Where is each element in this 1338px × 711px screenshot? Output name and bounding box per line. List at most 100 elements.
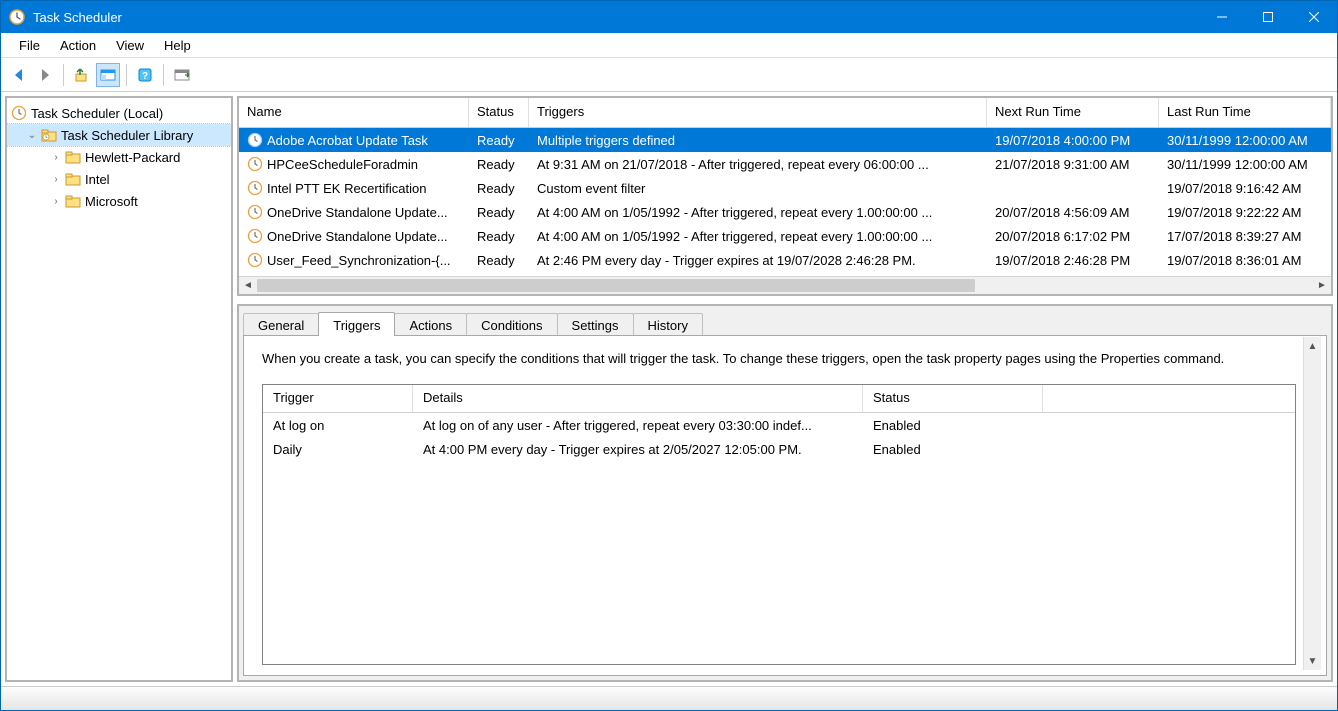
expand-icon[interactable]: ›	[49, 152, 63, 163]
vertical-scrollbar[interactable]: ▲ ▼	[1303, 337, 1321, 670]
col-last-run[interactable]: Last Run Time	[1159, 98, 1331, 127]
clock-icon	[11, 105, 27, 121]
task-last-run: 19/07/2018 9:16:42 AM	[1159, 176, 1331, 200]
task-last-run: 19/07/2018 9:22:22 AM	[1159, 200, 1331, 224]
trigger-col-trigger[interactable]: Trigger	[263, 385, 413, 412]
task-row[interactable]: OneDrive Standalone Update... ReadyAt 4:0…	[239, 224, 1331, 248]
up-button[interactable]	[70, 63, 94, 87]
menu-view[interactable]: View	[106, 35, 154, 56]
expand-icon[interactable]: ›	[49, 174, 63, 185]
col-next-run[interactable]: Next Run Time	[987, 98, 1159, 127]
task-next-run: 19/07/2018 4:00:00 PM	[987, 128, 1159, 152]
tree-panel[interactable]: Task Scheduler (Local) ⌄ Task Scheduler …	[5, 96, 233, 682]
task-name: Adobe Acrobat Update Task	[267, 133, 428, 148]
task-icon	[247, 252, 263, 268]
task-icon	[247, 204, 263, 220]
task-row[interactable]: HPCeeScheduleForadminReadyAt 9:31 AM on …	[239, 152, 1331, 176]
export-button[interactable]	[170, 63, 194, 87]
tree-library-label: Task Scheduler Library	[61, 128, 193, 143]
task-icon	[247, 180, 263, 196]
scroll-up-icon[interactable]: ▲	[1304, 337, 1321, 355]
expand-icon[interactable]: ›	[49, 196, 63, 207]
tree-root-label: Task Scheduler (Local)	[31, 106, 163, 121]
trigger-col-status[interactable]: Status	[863, 385, 1043, 412]
scroll-right-icon[interactable]: ►	[1313, 277, 1331, 294]
trigger-name: Daily	[263, 442, 413, 457]
toolbar: ?	[1, 58, 1337, 92]
task-status: Ready	[469, 248, 529, 272]
tab-actions[interactable]: Actions	[394, 313, 467, 337]
menu-action[interactable]: Action	[50, 35, 106, 56]
trigger-col-details[interactable]: Details	[413, 385, 863, 412]
trigger-row[interactable]: At log onAt log on of any user - After t…	[263, 413, 1295, 437]
task-row[interactable]: Adobe Acrobat Update TaskReadyMultiple t…	[239, 128, 1331, 152]
tree-library[interactable]: ⌄ Task Scheduler Library	[7, 124, 231, 146]
task-triggers: At 4:00 AM on 1/05/1992 - After triggere…	[529, 224, 987, 248]
scroll-left-icon[interactable]: ◄	[239, 277, 257, 294]
task-last-run: 19/07/2018 8:36:01 AM	[1159, 248, 1331, 272]
tree-child-intel[interactable]: › Intel	[7, 168, 231, 190]
statusbar	[1, 686, 1337, 710]
trigger-row[interactable]: DailyAt 4:00 PM every day - Trigger expi…	[263, 437, 1295, 461]
tab-general[interactable]: General	[243, 313, 319, 337]
task-next-run: 19/07/2018 2:46:28 PM	[987, 248, 1159, 272]
tree-child-label: Intel	[85, 172, 110, 187]
col-status[interactable]: Status	[469, 98, 529, 127]
tree-child-label: Hewlett-Packard	[85, 150, 180, 165]
forward-button[interactable]	[33, 63, 57, 87]
folder-icon	[65, 171, 81, 187]
maximize-button[interactable]	[1245, 1, 1291, 33]
horizontal-splitter[interactable]	[237, 296, 1333, 304]
titlebar: Task Scheduler	[1, 1, 1337, 33]
trigger-table[interactable]: Trigger Details Status At log onAt log o…	[262, 384, 1296, 665]
tree-root[interactable]: Task Scheduler (Local)	[7, 102, 231, 124]
task-name: OneDrive Standalone Update...	[267, 205, 448, 220]
show-hide-console-button[interactable]	[96, 63, 120, 87]
task-name: HPCeeScheduleForadmin	[267, 157, 418, 172]
app-icon	[9, 9, 25, 25]
task-row[interactable]: OneDrive Standalone Update... ReadyAt 4:0…	[239, 200, 1331, 224]
task-list[interactable]: Name Status Triggers Next Run Time Last …	[237, 96, 1333, 296]
col-name[interactable]: Name	[239, 98, 469, 127]
tab-settings[interactable]: Settings	[557, 313, 634, 337]
task-next-run: 20/07/2018 6:17:02 PM	[987, 224, 1159, 248]
task-triggers: Custom event filter	[529, 176, 987, 200]
close-button[interactable]	[1291, 1, 1337, 33]
col-triggers[interactable]: Triggers	[529, 98, 987, 127]
task-triggers: At 2:46 PM every day - Trigger expires a…	[529, 248, 987, 272]
tab-history[interactable]: History	[633, 313, 703, 337]
task-name: OneDrive Standalone Update...	[267, 229, 448, 244]
task-triggers: At 4:00 AM on 1/05/1992 - After triggere…	[529, 200, 987, 224]
task-icon	[247, 228, 263, 244]
scroll-down-icon[interactable]: ▼	[1304, 652, 1321, 670]
tab-triggers[interactable]: Triggers	[318, 312, 395, 336]
task-status: Ready	[469, 200, 529, 224]
tree-child-hp[interactable]: › Hewlett-Packard	[7, 146, 231, 168]
trigger-details: At 4:00 PM every day - Trigger expires a…	[413, 442, 863, 457]
task-row[interactable]: User_Feed_Synchronization-{...ReadyAt 2:…	[239, 248, 1331, 272]
horizontal-scrollbar[interactable]: ◄ ►	[239, 276, 1331, 294]
folder-icon	[65, 149, 81, 165]
tree-child-microsoft[interactable]: › Microsoft	[7, 190, 231, 212]
scroll-thumb[interactable]	[257, 279, 975, 292]
trigger-col-spacer	[1043, 385, 1295, 412]
back-button[interactable]	[7, 63, 31, 87]
task-status: Ready	[469, 128, 529, 152]
expand-icon[interactable]: ⌄	[25, 130, 39, 141]
menu-help[interactable]: Help	[154, 35, 201, 56]
menu-file[interactable]: File	[9, 35, 50, 56]
task-last-run: 30/11/1999 12:00:00 AM	[1159, 128, 1331, 152]
svg-text:?: ?	[142, 71, 148, 82]
tab-conditions[interactable]: Conditions	[466, 313, 557, 337]
help-button[interactable]: ?	[133, 63, 157, 87]
minimize-button[interactable]	[1199, 1, 1245, 33]
trigger-name: At log on	[263, 418, 413, 433]
tab-body: When you create a task, you can specify …	[243, 335, 1327, 676]
window-title: Task Scheduler	[33, 10, 122, 25]
trigger-status: Enabled	[863, 442, 1043, 457]
task-status: Ready	[469, 224, 529, 248]
folder-library-icon	[41, 127, 57, 143]
task-name: Intel PTT EK Recertification	[267, 181, 426, 196]
task-list-headers[interactable]: Name Status Triggers Next Run Time Last …	[239, 98, 1331, 128]
task-row[interactable]: Intel PTT EK RecertificationReadyCustom …	[239, 176, 1331, 200]
